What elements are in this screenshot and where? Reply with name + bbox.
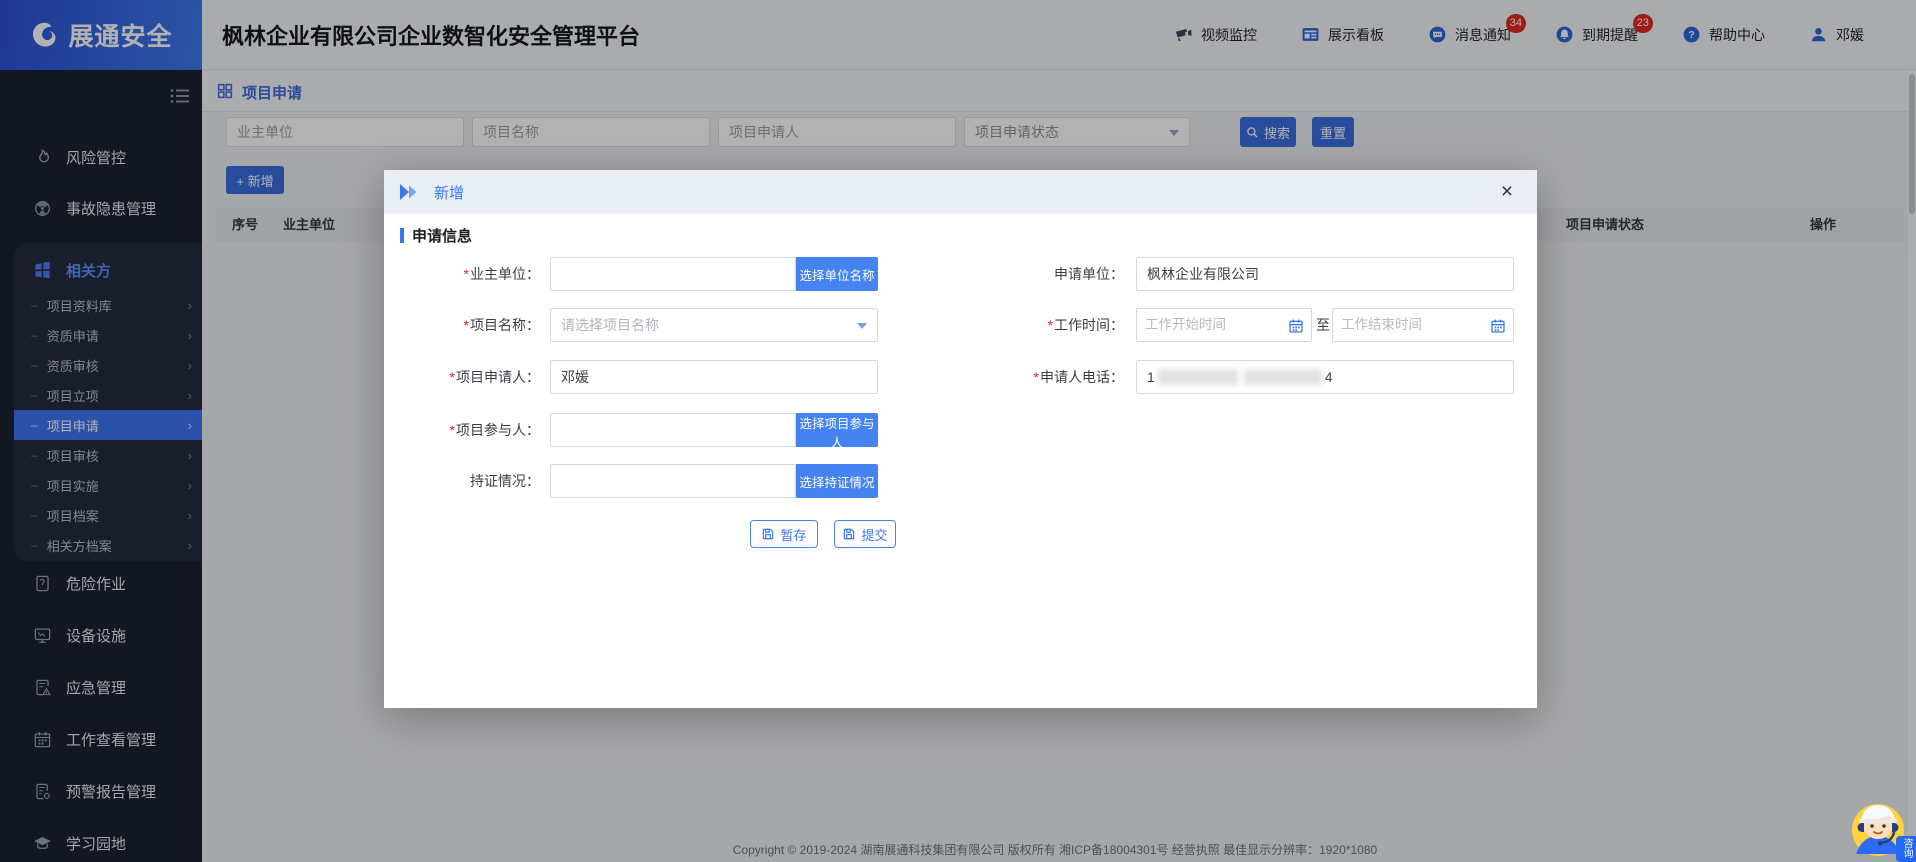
required-mark: * — [450, 369, 455, 385]
work-time-label: *工作时间： — [944, 308, 1124, 342]
phone-input[interactable]: 1 4 — [1136, 360, 1514, 394]
modal-title: 新增 — [434, 182, 464, 203]
save-draft-label: 暂存 — [780, 525, 806, 544]
choose-participants-button[interactable]: 选择项目参与人 — [796, 413, 878, 447]
submit-button[interactable]: 提交 — [834, 520, 896, 548]
phone-suffix: 4 — [1325, 369, 1333, 385]
online-service-tag[interactable]: 在线咨询 — [1896, 836, 1916, 862]
project-name-label: *项目名称： — [384, 308, 540, 342]
applicant-label: *项目申请人： — [384, 360, 540, 394]
date-range-to-separator: 至 — [1315, 308, 1331, 342]
submit-label: 提交 — [861, 525, 887, 544]
work-end-placeholder: 工作结束时间 — [1341, 317, 1422, 332]
form-row-3: *项目申请人： *申请人电话： 1 4 — [384, 360, 1537, 394]
add-project-modal: 新增 × 申请信息 *业主单位： 选择单位名称 申请单位： *项目名称： 请选择… — [384, 170, 1537, 708]
work-end-date-input[interactable]: 工作结束时间 — [1332, 308, 1514, 342]
form-row-1: *业主单位： 选择单位名称 申请单位： — [384, 257, 1537, 291]
required-mark: * — [1048, 317, 1053, 333]
section-accent-bar — [400, 228, 404, 243]
cert-status-input[interactable] — [550, 464, 796, 498]
modal-header: 新增 × — [384, 170, 1537, 214]
floppy-disk-icon — [842, 527, 856, 541]
cert-status-label: 持证情况： — [384, 464, 540, 498]
participants-label-text: 项目参与人： — [456, 422, 540, 438]
phone-redacted-segment — [1244, 369, 1322, 385]
project-name-label-text: 项目名称： — [470, 317, 540, 333]
applicant-label-text: 项目申请人： — [456, 369, 540, 385]
work-start-placeholder: 工作开始时间 — [1145, 317, 1226, 332]
owner-unit-input[interactable] — [550, 257, 796, 291]
owner-unit-label-text: 业主单位： — [470, 266, 540, 282]
project-name-select[interactable]: 请选择项目名称 — [550, 308, 878, 342]
owner-unit-label: *业主单位： — [384, 257, 540, 291]
apply-unit-label-text: 申请单位： — [1054, 266, 1124, 282]
apply-unit-label: 申请单位： — [944, 257, 1124, 291]
choose-owner-unit-button[interactable]: 选择单位名称 — [796, 257, 878, 291]
form-row-4: *项目参与人： 选择项目参与人 — [384, 413, 1537, 447]
required-mark: * — [450, 422, 455, 438]
double-chevron-icon — [400, 184, 422, 200]
required-mark: * — [464, 266, 469, 282]
form-row-5: 持证情况： 选择持证情况 — [384, 464, 1537, 498]
project-name-placeholder: 请选择项目名称 — [561, 317, 659, 333]
close-icon[interactable]: × — [1493, 178, 1521, 206]
phone-redacted-segment — [1158, 369, 1238, 385]
form-row-2: *项目名称： 请选择项目名称 *工作时间： 工作开始时间 至 工作结束时间 — [384, 308, 1537, 342]
save-draft-button[interactable]: 暂存 — [750, 520, 818, 548]
choose-cert-status-button[interactable]: 选择持证情况 — [796, 464, 878, 498]
required-mark: * — [464, 317, 469, 333]
calendar-icon — [1490, 318, 1506, 334]
section-apply-info: 申请信息 — [400, 225, 472, 246]
phone-label-text: 申请人电话： — [1040, 369, 1124, 385]
applicant-input[interactable] — [550, 360, 878, 394]
cert-status-label-text: 持证情况： — [470, 473, 540, 489]
online-service-label: 在线咨询 — [1896, 838, 1916, 862]
floppy-disk-icon — [761, 527, 775, 541]
participants-input[interactable] — [550, 413, 796, 447]
phone-prefix: 1 — [1147, 369, 1155, 385]
calendar-icon — [1288, 318, 1304, 334]
section-title: 申请信息 — [412, 225, 472, 246]
work-time-label-text: 工作时间： — [1054, 317, 1124, 333]
app-root: 展通安全 枫林企业有限公司企业数智化安全管理平台 视频监控 展示看板 消息通知 … — [0, 0, 1916, 862]
participants-label: *项目参与人： — [384, 413, 540, 447]
apply-unit-input[interactable] — [1136, 257, 1514, 291]
required-mark: * — [1034, 369, 1039, 385]
chevron-down-icon — [857, 323, 867, 329]
phone-label: *申请人电话： — [944, 360, 1124, 394]
work-start-date-input[interactable]: 工作开始时间 — [1136, 308, 1312, 342]
